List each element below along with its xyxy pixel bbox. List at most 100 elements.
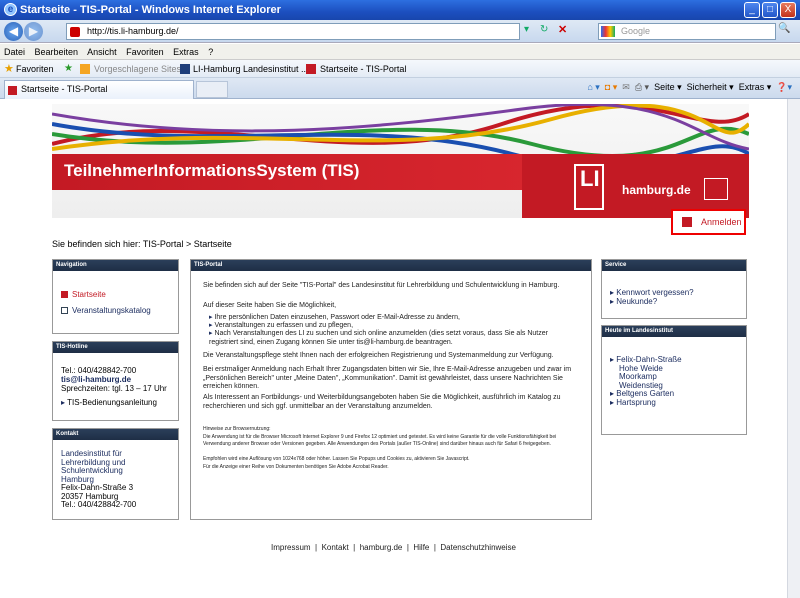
portal-bullet-3: Nach Veranstaltungen des LI zu suchen un… (209, 330, 579, 347)
search-input[interactable]: Google (598, 23, 776, 40)
portal-p4: Bei erstmaliger Anmeldung nach Erhalt Ih… (203, 366, 572, 390)
header-banner: TeilnehmerInformationsSystem (TIS) LI ha… (52, 104, 749, 218)
contact-info: Landesinstitut für Lehrerbildung und Sch… (61, 449, 137, 509)
navigation-header: Navigation (53, 260, 178, 271)
portal-hint-title: Hinweise zur Browsernutzung: (203, 426, 271, 432)
minimize-button[interactable]: _ (744, 2, 760, 18)
footer-hamburg[interactable]: hamburg.de (360, 543, 403, 552)
window-title: Startseite - TIS-Portal - Windows Intern… (20, 4, 281, 16)
address-input[interactable]: http://tis.li-hamburg.de/ (66, 23, 520, 40)
ie-logo-icon: e (4, 3, 17, 16)
hotline-email[interactable]: tis@li-hamburg.de (61, 375, 167, 384)
navigation-box: Navigation Startseite Veranstaltungskata… (52, 259, 179, 334)
portal-box: TIS-Portal Sie befinden sich auf der Sei… (190, 259, 592, 520)
li-hamburg-link[interactable]: LI-Hamburg Landesinstitut ... (193, 60, 309, 78)
back-button[interactable]: ◀ (4, 22, 23, 41)
refresh-icon[interactable]: ↻ (540, 24, 548, 35)
portal-hint-resolution: Empfohlen wird eine Auflösung von 1024x7… (203, 456, 470, 462)
home-nav-icon (61, 291, 68, 298)
add-favorite-icon[interactable]: ★ (64, 60, 73, 78)
print-icon[interactable]: ⎙ ▾ (635, 82, 649, 92)
new-customer-link[interactable]: Neukunde? (610, 297, 657, 306)
maximize-button[interactable]: □ (762, 2, 778, 18)
service-header: Service (602, 260, 746, 271)
tab-label: Startseite - TIS-Portal (21, 84, 108, 94)
tis-portal-link[interactable]: Startseite - TIS-Portal (320, 60, 406, 78)
nav-veranstaltungskatalog[interactable]: Veranstaltungskatalog (61, 306, 151, 315)
portal-intro: Sie befinden sich auf der Seite "TIS-Por… (203, 282, 560, 289)
footer-kontakt[interactable]: Kontakt (322, 543, 349, 552)
page-menu[interactable]: Seite ▾ (654, 82, 682, 92)
breadcrumb-tis-portal[interactable]: TIS-Portal (143, 239, 184, 249)
site-favicon-icon (70, 27, 80, 37)
contact-box: Kontakt Landesinstitut für Lehrerbildung… (52, 428, 179, 520)
hotline-hours: Sprechzeiten: tgl. 13 – 17 Uhr (61, 384, 167, 393)
menu-file[interactable]: Datei (4, 47, 25, 57)
hotline-info: Tel.: 040/428842-700 tis@li-hamburg.de S… (61, 366, 167, 393)
breadcrumb-separator: > (185, 239, 192, 249)
tis-portal-fav-icon (306, 64, 316, 74)
safety-menu[interactable]: Sicherheit ▾ (687, 82, 734, 92)
portal-hint-acrobat: Für die Anzeige einer Reihe von Dokument… (203, 464, 389, 470)
catalog-nav-icon (61, 307, 68, 314)
feeds-icon[interactable]: ◘ ▾ (605, 82, 617, 92)
today-list: Felix-Dahn-Straße Hohe Weide Moorkamp We… (610, 355, 682, 408)
footer-datenschutz[interactable]: Datenschutzhinweise (440, 543, 516, 552)
menu-favorites[interactable]: Favoriten (126, 47, 164, 57)
home-icon[interactable]: ⌂ ▾ (587, 82, 599, 92)
favorites-button[interactable]: Favoriten (16, 60, 54, 78)
tab-startseite[interactable]: Startseite - TIS-Portal (4, 80, 194, 99)
hamburg-logo-text: hamburg.de (622, 183, 691, 197)
mail-icon[interactable]: ✉ (622, 82, 630, 92)
today-header: Heute im Landesinstitut (602, 326, 746, 337)
suggested-sites-icon (80, 64, 90, 74)
today-box: Heute im Landesinstitut Felix-Dahn-Straß… (601, 325, 747, 435)
login-label: Anmelden (701, 217, 742, 227)
tab-bar: Startseite - TIS-Portal ⌂ ▾ ◘ ▾ ✉ ⎙ ▾ Se… (0, 78, 800, 99)
favorites-bar: ★ Favoriten ★ Vorgeschlagene Sites ▾ LI-… (0, 60, 800, 78)
stop-icon[interactable]: ✕ (558, 23, 567, 36)
suggested-sites-link[interactable]: Vorgeschlagene Sites ▾ (94, 60, 188, 78)
help-icon[interactable]: ❓▾ (776, 82, 792, 92)
li-logo: LI (574, 164, 604, 210)
footer-hilfe[interactable]: Hilfe (413, 543, 429, 552)
portal-p5: Als Interessent an Fortbildungs- und Wei… (203, 394, 561, 410)
hotline-tel: Tel.: 040/428842-700 (61, 366, 137, 375)
google-logo-icon (601, 26, 615, 37)
breadcrumb: Sie befinden sich hier: TIS-Portal > Sta… (52, 239, 232, 249)
banner-title: TeilnehmerInformationsSystem (TIS) (64, 161, 360, 180)
breadcrumb-prefix: Sie befinden sich hier: (52, 239, 141, 249)
portal-header: TIS-Portal (191, 260, 591, 271)
new-tab-button[interactable] (196, 81, 228, 98)
footer-impressum[interactable]: Impressum (271, 543, 311, 552)
li-hamburg-icon (180, 64, 190, 74)
menu-bar: Datei Bearbeiten Ansicht Favoriten Extra… (0, 44, 800, 60)
contact-header: Kontakt (53, 429, 178, 440)
portal-p3: Die Veranstaltungspflege steht Ihnen nac… (203, 352, 554, 359)
breadcrumb-current: Startseite (193, 239, 232, 249)
browser-window: Startseite - TIS-Portal - Windows Intern… (0, 0, 800, 598)
service-box: Service Kennwort vergessen? Neukunde? (601, 259, 747, 319)
close-button[interactable]: X (780, 2, 796, 18)
menu-view[interactable]: Ansicht (87, 47, 117, 57)
nav-startseite[interactable]: Startseite (61, 290, 106, 299)
forgot-password-link[interactable]: Kennwort vergessen? (610, 288, 693, 297)
today-item[interactable]: Hartsprung (610, 398, 682, 408)
favorites-star-icon: ★ (4, 63, 14, 75)
compatibility-icon[interactable]: ▾ (524, 24, 529, 35)
hotline-box: TIS-Hotline Tel.: 040/428842-700 tis@li-… (52, 341, 179, 421)
hotline-manual-link[interactable]: TIS-Bedienungsanleitung (61, 398, 157, 407)
command-bar: ⌂ ▾ ◘ ▾ ✉ ⎙ ▾ Seite ▾ Sicherheit ▾ Extra… (587, 82, 792, 93)
menu-edit[interactable]: Bearbeiten (35, 47, 79, 57)
hamburg-castle-icon (704, 178, 728, 200)
tools-menu[interactable]: Extras ▾ (739, 82, 772, 92)
vertical-scrollbar[interactable] (787, 99, 800, 598)
forward-button[interactable]: ▶ (24, 22, 43, 41)
search-go-icon[interactable]: 🔍 (778, 23, 790, 34)
tab-favicon-icon (8, 86, 17, 95)
hotline-header: TIS-Hotline (53, 342, 178, 353)
menu-help[interactable]: ? (208, 47, 213, 57)
page-footer: Impressum | Kontakt | hamburg.de | Hilfe… (271, 543, 516, 552)
portal-p2: Auf dieser Seite haben Sie die Möglichke… (203, 302, 337, 309)
menu-tools[interactable]: Extras (173, 47, 199, 57)
